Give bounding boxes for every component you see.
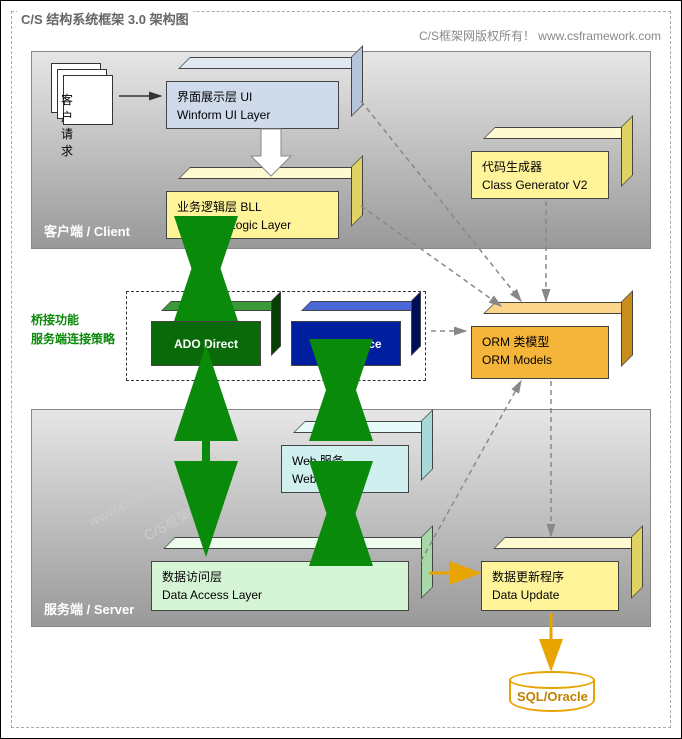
upd-zh: 数据更新程序 xyxy=(492,568,608,586)
ws-box: Web Service xyxy=(291,311,411,366)
diagram-stage: C/S 结构系统框架 3.0 架构图 C/S框架网版权所有！ www.csfra… xyxy=(0,0,682,739)
copyright-text: C/S框架网版权所有！ www.csframework.com xyxy=(419,27,661,44)
bll-en: Business Logic Layer xyxy=(177,216,328,234)
db-label: SQL/Oracle xyxy=(517,689,588,704)
update-box: 数据更新程序 Data Update xyxy=(481,549,631,611)
request-label: 客户请求 xyxy=(61,91,73,159)
orm-box: ORM 类模型 ORM Models xyxy=(471,314,621,379)
ws-label: Web Service xyxy=(291,321,401,366)
dal-en: Data Access Layer xyxy=(162,586,398,604)
orm-zh: ORM 类模型 xyxy=(482,333,598,351)
orm-en: ORM Models xyxy=(482,351,598,369)
ui-zh: 界面展示层 UI xyxy=(177,88,328,106)
web-zh: Web 服务 xyxy=(292,452,398,470)
bll-zh: 业务逻辑层 BLL xyxy=(177,198,328,216)
dal-box: 数据访问层 Data Access Layer xyxy=(151,549,421,611)
dal-zh: 数据访问层 xyxy=(162,568,398,586)
gen-zh: 代码生成器 xyxy=(482,158,598,176)
bridge-l1: 桥接功能 xyxy=(31,311,115,330)
diagram-title: C/S 结构系统框架 3.0 架构图 xyxy=(17,9,193,28)
gen-en: Class Generator V2 xyxy=(482,176,598,194)
ui-en: Winform UI Layer xyxy=(177,106,328,124)
web-service-box: Web 服务 Web Service xyxy=(281,433,421,493)
bridge-labels: 桥接功能 服务端连接策略 xyxy=(31,311,115,349)
server-label: 服务端 / Server xyxy=(44,599,134,618)
web-en: Web Service xyxy=(292,470,398,488)
ado-label: ADO Direct xyxy=(151,321,261,366)
upd-en: Data Update xyxy=(492,586,608,604)
generator-box: 代码生成器 Class Generator V2 xyxy=(471,139,621,199)
bridge-l2: 服务端连接策略 xyxy=(31,330,115,349)
bll-box: 业务逻辑层 BLL Business Logic Layer xyxy=(166,179,351,239)
ui-layer-box: 界面展示层 UI Winform UI Layer xyxy=(166,69,351,129)
client-label: 客户端 / Client xyxy=(44,221,130,240)
ado-box: ADO Direct xyxy=(151,311,271,366)
